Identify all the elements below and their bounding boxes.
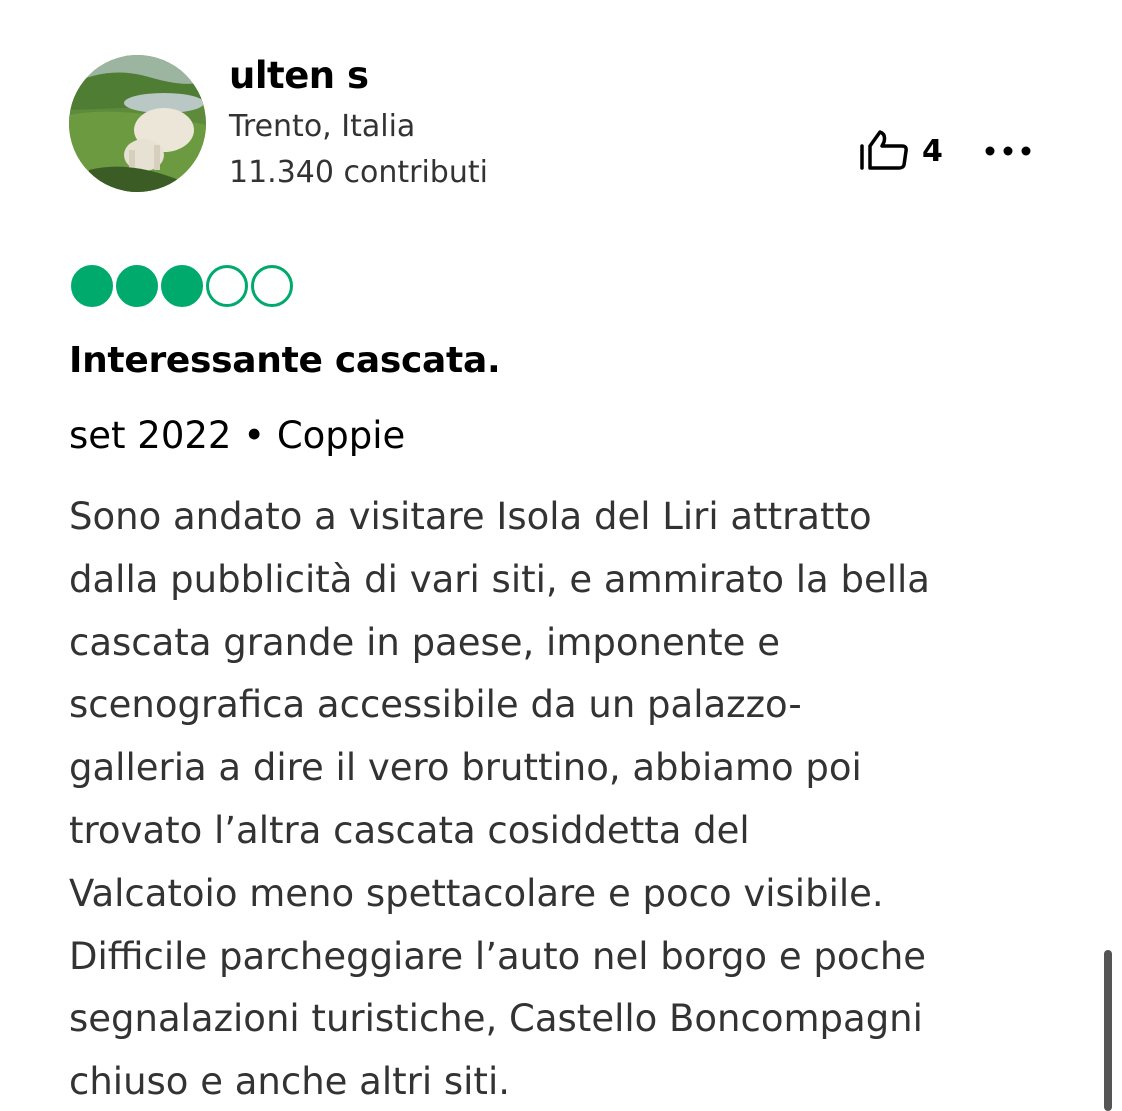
rating-bubble — [161, 265, 203, 307]
rating-bubble — [251, 265, 293, 307]
thumbs-up-icon — [858, 128, 910, 176]
rating-bubble — [206, 265, 248, 307]
avatar-photo — [69, 55, 206, 192]
review-body-line: Sono andato a visitare Isola del Liri at… — [69, 495, 872, 538]
review-body-line: galleria a dire il vero bruttino, abbiam… — [69, 746, 862, 790]
scrollbar[interactable] — [1104, 950, 1112, 1111]
review-body-line: scenografica accessibile da un palazzo- — [69, 683, 802, 727]
reviewer-contributions: 11.340 contributi — [229, 155, 488, 190]
review-body: Sono andato a visitare Isola del Liri at… — [69, 486, 1059, 1111]
review-title[interactable]: Interessante cascata. — [69, 336, 501, 386]
rating-bubble — [71, 265, 113, 307]
helpful-count: 4 — [922, 134, 943, 169]
more-options-button[interactable] — [978, 130, 1038, 174]
reviewer-location: Trento, Italia — [229, 109, 416, 144]
review-body-line: dalla pubblicità di vari siti, e ammirat… — [69, 557, 930, 601]
avatar[interactable] — [69, 55, 206, 192]
rating-bubbles — [71, 265, 293, 307]
review-body-line: Difficile parcheggiare l’auto nel borgo … — [69, 934, 927, 978]
review-body-line: trovato l’altra cascata cosiddetta del — [69, 808, 750, 852]
helpful-vote-button[interactable]: 4 — [858, 130, 943, 174]
review-body-line: Valcatoio meno spettacolare e poco visib… — [69, 871, 884, 915]
review-body-line: cascata grande in paese, imponente e — [69, 620, 780, 664]
review-date-trip-type: set 2022 • Coppie — [69, 414, 406, 457]
review-body-line: segnalazioni turistiche, Castello Boncom… — [69, 997, 923, 1041]
reviewer-name[interactable]: ulten s — [229, 50, 369, 102]
rating-bubble — [116, 265, 158, 307]
more-dots-icon — [985, 146, 1031, 156]
review-body-line: chiuso e anche altri siti. — [69, 1060, 510, 1104]
